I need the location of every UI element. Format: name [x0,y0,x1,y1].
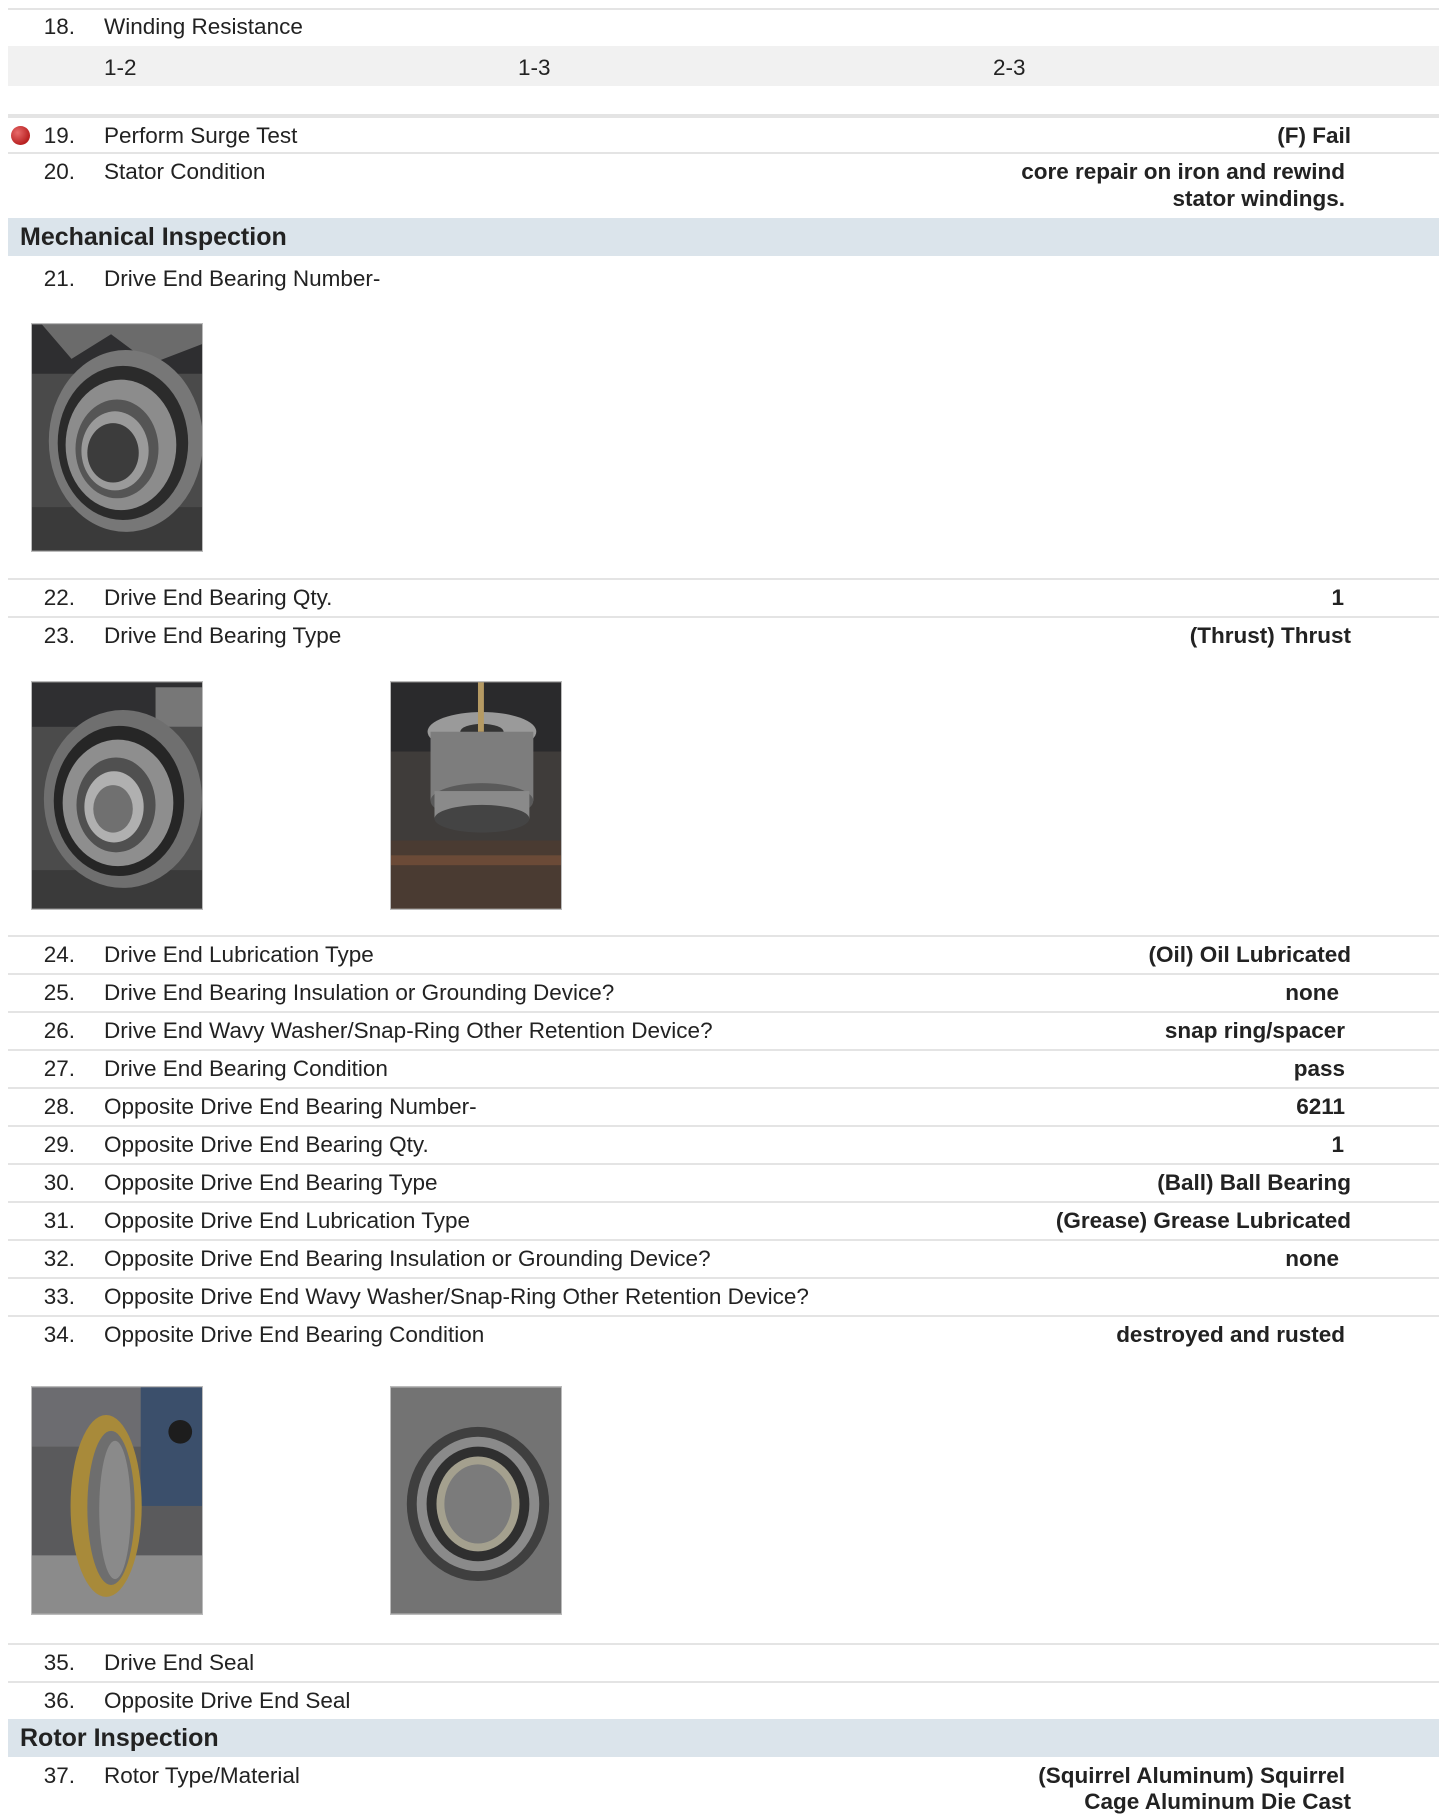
item-25: 25. Drive End Bearing Insulation or Grou… [8,975,1439,1009]
section-mechanical-inspection: Mechanical Inspection [8,218,1439,256]
item-value-line-1: (Squirrel Aluminum) Squirrel [1038,1763,1345,1788]
column-1-3: 1-3 [518,55,551,80]
item-label: Opposite Drive End Wavy Washer/Snap-Ring… [104,1284,809,1309]
item-number: 20. [43,159,75,184]
item-24: 24. Drive End Lubrication Type (Oil) Oil… [8,937,1439,971]
drive-end-bearing-type-photo-1[interactable] [31,681,203,910]
item-value: (Thrust) Thrust [1189,623,1351,648]
item-34: 34. Opposite Drive End Bearing Condition… [8,1317,1439,1351]
item-27: 27. Drive End Bearing Condition pass [8,1051,1439,1085]
item-36: 36. Opposite Drive End Seal [8,1683,1439,1717]
column-2-3: 2-3 [993,55,1026,80]
item-label: Opposite Drive End Bearing Condition [104,1322,485,1347]
item-number: 18. [43,14,75,39]
bearing-photo-icon [32,682,202,909]
item-value: destroyed and rusted [1116,1322,1345,1347]
item-28: 28. Opposite Drive End Bearing Number- 6… [8,1089,1439,1123]
item-26: 26. Drive End Wavy Washer/Snap-Ring Othe… [8,1013,1439,1047]
item-label: Opposite Drive End Bearing Insulation or… [104,1246,711,1271]
item-35: 35. Drive End Seal [8,1645,1439,1679]
item-number: 21. [43,266,75,291]
item-label: Stator Condition [104,159,266,184]
item-label: Drive End Bearing Insulation or Groundin… [104,980,615,1005]
item-number: 26. [43,1018,75,1043]
item-value: none [1285,1246,1339,1271]
item-label: Opposite Drive End Seal [104,1688,351,1713]
section-rotor-inspection: Rotor Inspection [8,1719,1439,1757]
item-number: 32. [43,1246,75,1271]
item-label: Winding Resistance [104,14,303,39]
opposite-drive-end-bearing-photo-1[interactable] [31,1386,203,1615]
item-label: Opposite Drive End Bearing Number- [104,1094,477,1119]
outer-race-rusted-photo-icon [32,1387,202,1614]
item-number: 24. [43,942,75,967]
item-value-line-1: core repair on iron and rewind [1021,159,1345,184]
item-22: 22. Drive End Bearing Qty. 1 [8,580,1439,614]
item-label: Drive End Bearing Number- [104,266,381,291]
thrust-bearing-assembly-photo-icon [391,682,561,909]
item-label: Drive End Bearing Type [104,623,342,648]
item-20: 20. Stator Condition core repair on iron… [8,154,1439,216]
column-1-2: 1-2 [104,55,137,80]
item-label: Opposite Drive End Bearing Type [104,1170,438,1195]
item-value: 1 [1331,1132,1344,1157]
item-number: 25. [43,980,75,1005]
item-value-line-2: Cage Aluminum Die Cast [1084,1789,1351,1814]
item-31: 31. Opposite Drive End Lubrication Type … [8,1203,1439,1237]
item-29: 29. Opposite Drive End Bearing Qty. 1 [8,1127,1439,1161]
item-label: Drive End Seal [104,1650,255,1675]
item-label: Perform Surge Test [104,123,298,148]
item-value-line-2: stator windings. [1172,186,1345,211]
item-18: 18. Winding Resistance [8,12,1439,42]
item-number: 27. [43,1056,75,1081]
opposite-drive-end-bearing-photo-2[interactable] [390,1386,562,1615]
item-number: 28. [43,1094,75,1119]
item-value: 1 [1331,585,1344,610]
item-number: 33. [43,1284,75,1309]
item-number: 19. [43,123,75,148]
item-value: none [1285,980,1339,1005]
item-value: (F) Fail [1277,123,1351,148]
item-label: Drive End Bearing Condition [104,1056,388,1081]
bearing-photo-icon [32,324,202,551]
item-label: Rotor Type/Material [104,1763,300,1788]
item-value: (Oil) Oil Lubricated [1148,942,1351,967]
item-19: 19. Perform Surge Test (F) Fail [8,118,1439,152]
item-number: 31. [43,1208,75,1233]
item-33: 33. Opposite Drive End Wavy Washer/Snap-… [8,1279,1439,1313]
item-label: Opposite Drive End Lubrication Type [104,1208,471,1233]
item-number: 34. [43,1322,75,1347]
item-label: Drive End Lubrication Type [104,942,374,967]
item-number: 36. [43,1688,75,1713]
item-number: 23. [43,623,75,648]
drive-end-bearing-type-photo-2[interactable] [390,681,562,910]
item-21: 21. Drive End Bearing Number- [8,258,1439,298]
item-number: 22. [43,585,75,610]
item-value: (Ball) Ball Bearing [1157,1170,1351,1195]
item-number: 29. [43,1132,75,1157]
item-number: 37. [43,1763,75,1788]
item-value: snap ring/spacer [1164,1018,1345,1043]
item-number: 35. [43,1650,75,1675]
item-30: 30. Opposite Drive End Bearing Type (Bal… [8,1165,1439,1199]
item-value: 6211 [1296,1094,1345,1119]
drive-end-bearing-photo[interactable] [31,323,203,552]
item-value: pass [1293,1056,1345,1081]
item-37: 37. Rotor Type/Material (Squirrel Alumin… [8,1758,1439,1817]
item-23: 23. Drive End Bearing Type (Thrust) Thru… [8,618,1439,652]
winding-resistance-columns: 1-2 1-3 2-3 [8,46,1439,86]
item-label: Drive End Bearing Qty. [104,585,333,610]
item-value: (Grease) Grease Lubricated [1055,1208,1351,1233]
item-label: Opposite Drive End Bearing Qty. [104,1132,429,1157]
item-32: 32. Opposite Drive End Bearing Insulatio… [8,1241,1439,1275]
ball-bearing-photo-icon [391,1387,561,1614]
item-number: 30. [43,1170,75,1195]
item-label: Drive End Wavy Washer/Snap-Ring Other Re… [104,1018,713,1043]
